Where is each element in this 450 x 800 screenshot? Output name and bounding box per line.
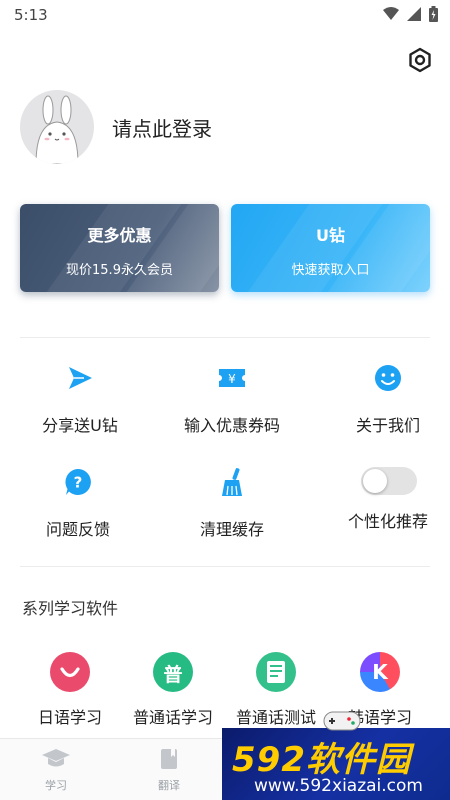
svg-text:¥: ¥	[228, 372, 236, 386]
status-bar: 5:13	[0, 0, 450, 32]
u-diamond-subtitle: 快速获取入口	[291, 263, 370, 278]
vip-offer-subtitle: 现价15.9永久会员	[66, 263, 173, 278]
personalized-label: 个性化推荐	[347, 512, 428, 531]
nav-study[interactable]: 学习	[16, 747, 96, 793]
k-char: K	[372, 660, 388, 684]
clear-cache-label: 清理缓存	[199, 520, 264, 539]
status-icons	[383, 6, 438, 22]
signal-icon	[407, 7, 421, 21]
coupon-icon: ¥	[219, 369, 245, 387]
pu-char: 普	[163, 664, 183, 686]
feedback-label: 问题反馈	[45, 520, 110, 539]
broom-icon	[222, 468, 242, 496]
watermark-brand: 592软件园	[232, 740, 411, 780]
coupon-item[interactable]: ¥ 输入优惠券码	[162, 362, 302, 436]
nav-label: 学习	[45, 779, 67, 792]
question-icon: ?	[65, 469, 91, 495]
app-label: 普通话学习	[132, 708, 213, 727]
divider	[20, 337, 430, 338]
share-label: 分享送U钻	[42, 416, 118, 435]
pu-icon: 普	[153, 652, 193, 692]
nav-translate[interactable]: 翻译	[129, 747, 209, 793]
gamepad-icon	[323, 711, 361, 731]
send-icon	[69, 367, 92, 389]
login-prompt[interactable]: 请点此登录	[112, 113, 212, 142]
vip-offer-card[interactable]: 更多优惠 现价15.9永久会员	[20, 204, 219, 292]
battery-icon	[429, 6, 438, 22]
watermark-logo: 592软件园 www.592xiazai.com	[222, 728, 450, 800]
about-label: 关于我们	[355, 416, 420, 435]
app-japanese[interactable]: 日语学习	[20, 652, 120, 728]
share-item[interactable]: 分享送U钻	[10, 362, 150, 436]
section-title: 系列学习软件	[22, 599, 119, 618]
settings-gear-icon[interactable]	[406, 46, 434, 74]
svg-text:?: ?	[74, 474, 83, 492]
wifi-icon	[383, 7, 399, 20]
coupon-label: 输入优惠券码	[183, 416, 280, 435]
u-diamond-card[interactable]: U钻 快速获取入口	[231, 204, 430, 292]
app-label: 日语学习	[37, 708, 102, 727]
book-icon	[161, 749, 177, 769]
avatar[interactable]	[20, 90, 94, 164]
app-mandarin-test[interactable]: 普通话测试	[226, 652, 326, 728]
graduation-cap-icon	[42, 749, 70, 767]
personalized-item: 个性化推荐	[318, 466, 450, 532]
u-diamond-title: U钻	[316, 226, 345, 245]
clear-cache-item[interactable]: 清理缓存	[162, 466, 302, 540]
watermark-url: www.592xiazai.com	[254, 776, 423, 796]
document-icon	[256, 652, 296, 692]
nav-label: 翻译	[158, 779, 180, 792]
k-icon: K	[360, 652, 400, 692]
bunny-avatar-icon	[35, 95, 79, 164]
app-label: 普通话测试	[235, 708, 316, 727]
status-time: 5:13	[14, 6, 48, 24]
smiley-icon	[375, 365, 401, 391]
divider	[20, 566, 430, 567]
feedback-item[interactable]: ? 问题反馈	[8, 466, 148, 540]
about-item[interactable]: 关于我们	[318, 362, 450, 436]
smile-icon	[50, 652, 90, 692]
vip-offer-title: 更多优惠	[87, 226, 152, 245]
app-mandarin[interactable]: 普 普通话学习	[123, 652, 223, 728]
